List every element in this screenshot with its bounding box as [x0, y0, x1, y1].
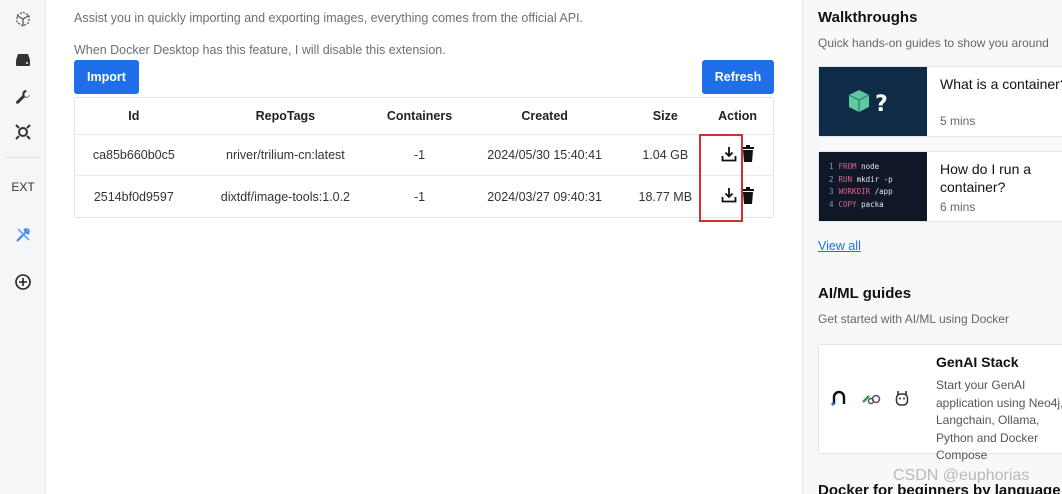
genai-stack-title: GenAI Stack: [936, 354, 1019, 370]
aiml-guides-subtitle: Get started with AI/ML using Docker: [818, 312, 1009, 326]
table-row: ca85b660b0c5 nriver/trilium-cn:latest -1…: [75, 135, 773, 176]
description-note: When Docker Desktop has this feature, I …: [74, 43, 446, 57]
header-id: Id: [128, 109, 140, 123]
disk-drive-icon[interactable]: [0, 47, 46, 73]
cell-created: 2024/03/27 09:40:31: [487, 189, 602, 204]
svg-text:?: ?: [875, 92, 888, 117]
walkthrough-card-container[interactable]: ? What is a container? 5 mins: [818, 66, 1062, 137]
cell-repotags: dixtdf/image-tools:1.0.2: [220, 189, 351, 204]
langchain-logo-icon: [862, 394, 881, 405]
trash-icon[interactable]: [741, 145, 755, 165]
extension-main-panel: Assist you in quickly importing and expo…: [46, 0, 802, 494]
trash-icon[interactable]: [741, 186, 755, 207]
rail-divider: [6, 157, 40, 158]
cell-size: 18.77 MB: [638, 189, 693, 204]
cell-created: 2024/05/30 15:40:41: [487, 148, 602, 162]
view-all-link[interactable]: View all: [818, 239, 861, 253]
cell-repotags: nriver/trilium-cn:latest: [226, 148, 345, 162]
header-created: Created: [521, 109, 568, 123]
genai-logos: [831, 389, 911, 407]
walkthroughs-subtitle: Quick hands-on guides to show you around: [818, 36, 1049, 50]
card-title-line1: How do I run a: [940, 161, 1032, 177]
cell-containers: -1: [413, 148, 426, 162]
genai-stack-description: Start your GenAI application using Neo4j…: [936, 378, 1062, 462]
walkthrough-card-run-container[interactable]: 1 FROM node 2 RUN mkdir -p 3 WORKDIR /app 4…: [818, 151, 1062, 222]
tools-extension-icon[interactable]: [0, 222, 46, 248]
card-title: What is a container?: [940, 76, 1062, 92]
ollama-logo-icon: [895, 391, 909, 406]
neo4j-logo-icon: [831, 390, 846, 406]
images-table: Id RepoTags Containers Created Size Acti…: [74, 97, 774, 218]
description-text: Assist you in quickly importing and expo…: [74, 11, 584, 25]
dockerfile-snippet: 1 FROM node 2 RUN mkdir -p 3 WORKDIR /app 4…: [829, 162, 893, 209]
extensions-label: EXT: [11, 180, 35, 194]
cube-grid-icon[interactable]: [0, 6, 46, 32]
download-icon[interactable]: [720, 186, 738, 207]
genai-stack-card[interactable]: GenAI Stack Start your GenAI application…: [818, 344, 1062, 462]
code-thumbnail: 1 FROM node 2 RUN mkdir -p 3 WORKDIR /app 4…: [819, 152, 927, 221]
header-repotags: RepoTags: [255, 109, 316, 123]
refresh-button[interactable]: Refresh: [702, 60, 774, 94]
header-containers: Containers: [386, 109, 453, 123]
walkthroughs-title: Walkthroughs: [818, 9, 918, 26]
import-button[interactable]: Import: [74, 60, 139, 94]
card-duration: 6 mins: [940, 200, 976, 214]
card-title-line2: container?: [940, 179, 1006, 195]
table-header-row: Id RepoTags Containers Created Size Acti…: [75, 98, 773, 135]
aiml-guides-title: AI/ML guides: [818, 285, 912, 302]
csdn-watermark: CSDN @euphorias: [893, 467, 1030, 484]
learning-side-panel: Walkthroughs Quick hands-on guides to sh…: [802, 0, 1062, 494]
cell-id: 2514bf0d9597: [93, 189, 174, 204]
cell-containers: -1: [413, 189, 426, 204]
container-question-icon: ?: [848, 90, 888, 117]
download-icon[interactable]: [720, 145, 738, 166]
container-thumbnail: ?: [819, 67, 927, 136]
header-size: Size: [652, 109, 678, 123]
target-scan-icon[interactable]: [0, 119, 46, 145]
card-duration: 5 mins: [940, 114, 976, 128]
wrench-icon[interactable]: [0, 84, 46, 110]
cell-id: ca85b660b0c5: [92, 148, 175, 162]
header-action: Action: [718, 109, 758, 123]
add-extension-icon[interactable]: [0, 269, 46, 295]
cell-action: [702, 145, 773, 166]
cell-size: 1.04 GB: [642, 148, 689, 162]
cell-action: [702, 186, 773, 207]
table-row: 2514bf0d9597 dixtdf/image-tools:1.0.2 -1…: [75, 176, 773, 217]
left-icon-rail: EXT: [0, 0, 46, 494]
